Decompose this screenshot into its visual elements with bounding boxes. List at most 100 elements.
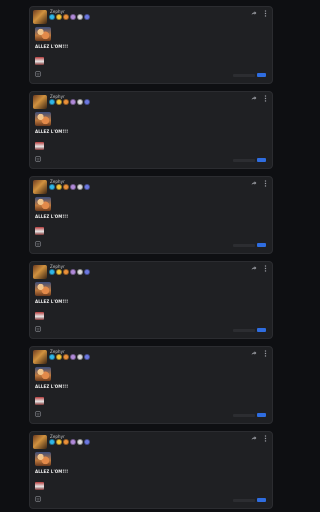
- emoji-icon[interactable]: [35, 326, 41, 332]
- post-card: Zephyr ALLEZ L'OM!!!: [29, 6, 273, 84]
- send-button[interactable]: [257, 413, 266, 417]
- badge-icon: [56, 184, 62, 190]
- more-vertical-icon[interactable]: [264, 350, 267, 357]
- attached-image[interactable]: [35, 227, 44, 235]
- more-vertical-icon[interactable]: [264, 95, 267, 102]
- send-button[interactable]: [257, 73, 266, 77]
- badge-icon: [63, 354, 69, 360]
- attached-image[interactable]: [35, 142, 44, 150]
- emoji-icon[interactable]: [35, 411, 41, 417]
- reply-input[interactable]: [233, 74, 255, 77]
- post-card: Zephyr ALLEZ L'OM!!!: [29, 431, 273, 509]
- badge-icon: [56, 354, 62, 360]
- sticker-image: [35, 27, 51, 41]
- badge-icon: [49, 14, 55, 20]
- send-button[interactable]: [257, 328, 266, 332]
- badge-icon: [56, 439, 62, 445]
- badge-icon: [77, 184, 83, 190]
- badge-icon: [56, 269, 62, 275]
- badge-row: [49, 184, 90, 190]
- badge-icon: [49, 184, 55, 190]
- badge-icon: [70, 269, 76, 275]
- badge-icon: [70, 439, 76, 445]
- avatar[interactable]: [33, 95, 47, 109]
- attached-image[interactable]: [35, 57, 44, 65]
- badge-icon: [49, 439, 55, 445]
- badge-icon: [84, 269, 90, 275]
- reply-input[interactable]: [233, 159, 255, 162]
- send-button[interactable]: [257, 243, 266, 247]
- post-feed: Zephyr ALLEZ L'OM!!! Zephyr ALLEZ L'OM!!…: [0, 0, 277, 512]
- sticker-image: [35, 112, 51, 126]
- post-card: Zephyr ALLEZ L'OM!!!: [29, 346, 273, 424]
- badge-row: [49, 439, 90, 445]
- more-vertical-icon[interactable]: [264, 265, 267, 272]
- post-card: Zephyr ALLEZ L'OM!!!: [29, 176, 273, 254]
- emoji-icon[interactable]: [35, 71, 41, 77]
- reply-input[interactable]: [233, 499, 255, 502]
- post-card: Zephyr ALLEZ L'OM!!!: [29, 91, 273, 169]
- badge-icon: [56, 99, 62, 105]
- badge-icon: [84, 184, 90, 190]
- badge-icon: [49, 269, 55, 275]
- post-text: ALLEZ L'OM!!!: [35, 129, 69, 134]
- sticker-image: [35, 282, 51, 296]
- badge-row: [49, 354, 90, 360]
- badge-icon: [84, 99, 90, 105]
- share-icon[interactable]: [251, 265, 257, 271]
- badge-icon: [84, 14, 90, 20]
- more-vertical-icon[interactable]: [264, 180, 267, 187]
- reply-input[interactable]: [233, 244, 255, 247]
- share-icon[interactable]: [251, 95, 257, 101]
- emoji-icon[interactable]: [35, 496, 41, 502]
- badge-icon: [77, 354, 83, 360]
- post-card: Zephyr ALLEZ L'OM!!!: [29, 261, 273, 339]
- avatar[interactable]: [33, 180, 47, 194]
- more-vertical-icon[interactable]: [264, 10, 267, 17]
- badge-icon: [63, 184, 69, 190]
- badge-icon: [70, 354, 76, 360]
- badge-icon: [63, 269, 69, 275]
- badge-icon: [63, 14, 69, 20]
- post-text: ALLEZ L'OM!!!: [35, 214, 69, 219]
- badge-icon: [77, 439, 83, 445]
- badge-icon: [77, 14, 83, 20]
- share-icon[interactable]: [251, 10, 257, 16]
- badge-icon: [77, 269, 83, 275]
- reply-input[interactable]: [233, 329, 255, 332]
- badge-icon: [77, 99, 83, 105]
- badge-icon: [70, 184, 76, 190]
- badge-icon: [70, 14, 76, 20]
- badge-row: [49, 99, 90, 105]
- badge-row: [49, 14, 90, 20]
- send-button[interactable]: [257, 158, 266, 162]
- post-text: ALLEZ L'OM!!!: [35, 44, 69, 49]
- emoji-icon[interactable]: [35, 156, 41, 162]
- post-text: ALLEZ L'OM!!!: [35, 384, 69, 389]
- post-text: ALLEZ L'OM!!!: [35, 299, 69, 304]
- share-icon[interactable]: [251, 350, 257, 356]
- avatar[interactable]: [33, 350, 47, 364]
- share-icon[interactable]: [251, 435, 257, 441]
- badge-icon: [63, 99, 69, 105]
- sticker-image: [35, 367, 51, 381]
- sticker-image: [35, 452, 51, 466]
- attached-image[interactable]: [35, 312, 44, 320]
- badge-icon: [84, 354, 90, 360]
- badge-icon: [56, 14, 62, 20]
- badge-icon: [49, 99, 55, 105]
- avatar[interactable]: [33, 10, 47, 24]
- reply-input[interactable]: [233, 414, 255, 417]
- attached-image[interactable]: [35, 397, 44, 405]
- badge-icon: [84, 439, 90, 445]
- badge-icon: [70, 99, 76, 105]
- badge-icon: [63, 439, 69, 445]
- avatar[interactable]: [33, 265, 47, 279]
- avatar[interactable]: [33, 435, 47, 449]
- attached-image[interactable]: [35, 482, 44, 490]
- send-button[interactable]: [257, 498, 266, 502]
- badge-icon: [49, 354, 55, 360]
- more-vertical-icon[interactable]: [264, 435, 267, 442]
- share-icon[interactable]: [251, 180, 257, 186]
- emoji-icon[interactable]: [35, 241, 41, 247]
